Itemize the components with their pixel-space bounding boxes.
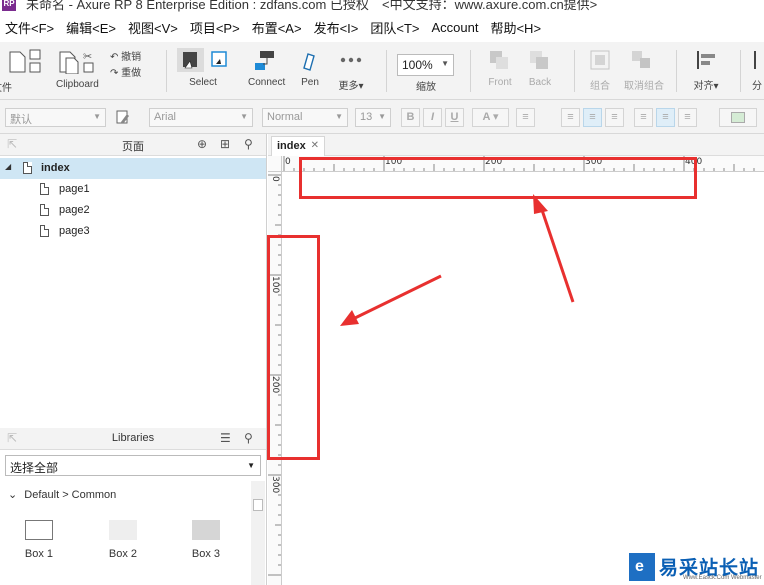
watermark-subtext: Www.Easck.Com Webmaster xyxy=(683,575,762,581)
arrow-to-horizontal-ruler xyxy=(533,194,575,303)
watermark: e 易采站长站 Www.Easck.Com Webmaster xyxy=(629,553,764,585)
arrow-to-vertical-ruler xyxy=(340,274,442,326)
watermark-logo-icon: e xyxy=(629,553,655,581)
annotation-arrows xyxy=(340,194,575,326)
